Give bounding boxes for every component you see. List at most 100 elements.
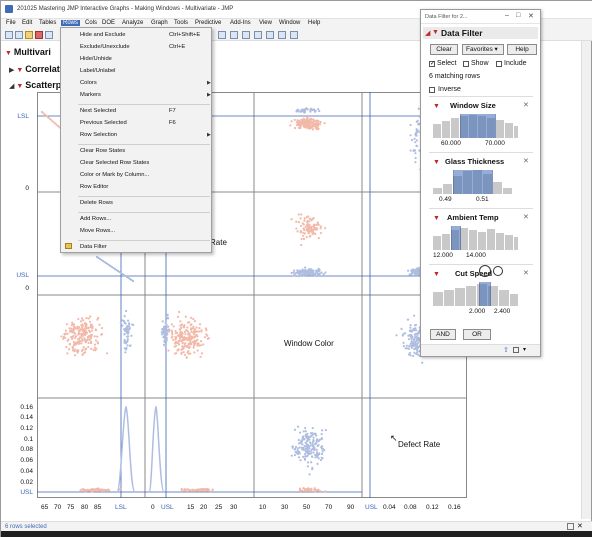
clear-button[interactable]: Clear (430, 44, 458, 55)
red-triangle-icon[interactable]: ▼ (433, 103, 440, 110)
vertical-scrollbar[interactable] (581, 41, 591, 519)
menu-predictive[interactable]: Predictive (195, 20, 221, 26)
folder-icon[interactable] (25, 31, 33, 39)
menu-item-clear-selected-row-states[interactable]: Clear Selected Row States (80, 160, 149, 166)
scatter-point (127, 335, 130, 338)
red-triangle-icon[interactable]: ▼ (16, 67, 23, 74)
circle-select-icon[interactable] (290, 31, 298, 39)
menu-rows[interactable]: Rows (61, 20, 81, 26)
menu-item-next-selected[interactable]: Next Selected (80, 108, 116, 114)
range-selection[interactable] (460, 114, 496, 138)
crosshair-icon[interactable] (242, 31, 250, 39)
histogram-window-size[interactable] (433, 114, 519, 138)
close-icon[interactable]: ✕ (528, 12, 534, 20)
remove-icon[interactable]: ✕ (523, 157, 529, 165)
menu-item-data-filter[interactable]: Data Filter (80, 244, 107, 250)
menu-item-previous-selected[interactable]: Previous Selected (80, 120, 127, 126)
range-selection[interactable] (479, 282, 491, 306)
collapse-icon[interactable]: ◢ (9, 83, 14, 90)
cut-icon[interactable] (45, 31, 53, 39)
collapse-icon[interactable]: ◢ (425, 29, 430, 37)
expand-icon[interactable]: ▶ (9, 67, 14, 74)
menu-item-move-rows[interactable]: Move Rows... (80, 228, 115, 234)
dropdown-icon[interactable]: ▾ (523, 346, 526, 353)
menu-item-colors[interactable]: Colors (80, 80, 97, 86)
menu-item-add-rows[interactable]: Add Rows... (80, 216, 111, 222)
magnifier-icon[interactable] (230, 31, 238, 39)
include-checkbox[interactable] (496, 61, 502, 67)
outline-correlations[interactable]: ▶ ▼ Correlatio (9, 64, 68, 74)
close-icon[interactable]: ✕ (577, 522, 583, 530)
menu-addins[interactable]: Add-Ins (230, 20, 251, 26)
menu-item-row-editor[interactable]: Row Editor (80, 184, 108, 190)
ytick: 0.04 (20, 468, 33, 475)
remove-icon[interactable]: ✕ (523, 213, 529, 221)
menu-cols[interactable]: Cols (85, 20, 97, 26)
scatter-point (312, 272, 316, 275)
menu-item-row-selection[interactable]: Row Selection (80, 132, 117, 138)
red-triangle-icon[interactable]: ▼ (433, 159, 440, 166)
menu-item-clear-row-states[interactable]: Clear Row States (80, 148, 125, 154)
new-icon[interactable] (5, 31, 13, 39)
minimize-icon[interactable]: – (505, 12, 509, 19)
zoom-icon[interactable] (218, 31, 226, 39)
menu-graph[interactable]: Graph (151, 20, 168, 26)
remove-icon[interactable]: ✕ (523, 101, 529, 109)
include-label: Include (504, 60, 527, 67)
scatter-point (319, 227, 322, 230)
window-layout-icon[interactable] (567, 523, 574, 530)
inverse-checkbox[interactable] (429, 87, 435, 93)
disclosure-icon[interactable]: ▼ (5, 50, 12, 57)
scatter-point (400, 327, 403, 331)
menu-item-markers[interactable]: Markers (80, 92, 101, 98)
scatter-point (198, 330, 201, 333)
histogram-ambient-temp[interactable] (433, 226, 519, 250)
xtick: 30 (281, 504, 289, 511)
up-arrow-icon[interactable]: ⇧ (503, 346, 509, 354)
scatter-point (314, 109, 317, 112)
save-icon[interactable] (35, 31, 43, 39)
remove-icon[interactable]: ✕ (523, 269, 529, 277)
menu-edit[interactable]: Edit (22, 20, 32, 26)
menu-item-color-mark-by-column[interactable]: Color or Mark by Column... (80, 172, 149, 178)
lasso-icon[interactable] (266, 31, 274, 39)
menu-doe[interactable]: DOE (102, 20, 115, 26)
histogram-cut-speed[interactable] (433, 282, 519, 306)
menu-help[interactable]: Help (308, 20, 320, 26)
menu-view[interactable]: View (259, 20, 272, 26)
red-triangle-icon[interactable]: ▼ (16, 83, 23, 90)
red-triangle-icon[interactable]: ▼ (433, 271, 440, 278)
outline-scatterplot[interactable]: ◢ ▼ Scatterp (9, 80, 61, 90)
menu-analyze[interactable]: Analyze (122, 20, 143, 26)
menu-item-exclude-unexclude[interactable]: Exclude/Unexclude (80, 44, 130, 50)
menu-window[interactable]: Window (279, 20, 300, 26)
menu-item-hide-exclude[interactable]: Hide and Exclude (80, 32, 125, 38)
menu-tables[interactable]: Tables (39, 20, 56, 26)
open-icon[interactable] (15, 31, 23, 39)
show-checkbox[interactable] (463, 61, 469, 67)
menu-file[interactable]: File (6, 20, 16, 26)
or-button[interactable]: OR (463, 329, 491, 340)
maximize-icon[interactable]: □ (516, 12, 520, 19)
menu-item-label-unlabel[interactable]: Label/Unlabel (80, 68, 115, 74)
red-triangle-icon[interactable]: ▼ (433, 215, 440, 222)
help-button[interactable]: Help (507, 44, 537, 55)
window-icon[interactable] (513, 347, 519, 353)
range-selection[interactable] (453, 170, 493, 194)
menu-tools[interactable]: Tools (174, 20, 188, 26)
menu-item-delete-rows[interactable]: Delete Rows (80, 200, 113, 206)
scatter-point (166, 317, 170, 320)
scatter-point (192, 346, 195, 349)
range-selection[interactable] (451, 226, 461, 250)
scatter-point (71, 345, 74, 349)
red-triangle-icon[interactable]: ▼ (432, 29, 439, 36)
and-button[interactable]: AND (430, 329, 456, 340)
select-checkbox[interactable]: ✓ (429, 61, 435, 67)
polygon-icon[interactable] (278, 31, 286, 39)
select-icon[interactable] (254, 31, 262, 39)
histogram-glass-thickness[interactable] (433, 170, 519, 194)
favorites-button[interactable]: Favorites ▾ (462, 44, 504, 55)
outline-multivariate[interactable]: ▼ Multivari (5, 47, 51, 57)
menu-item-hide-unhide[interactable]: Hide/Unhide (80, 56, 112, 62)
scatter-point (197, 342, 200, 345)
